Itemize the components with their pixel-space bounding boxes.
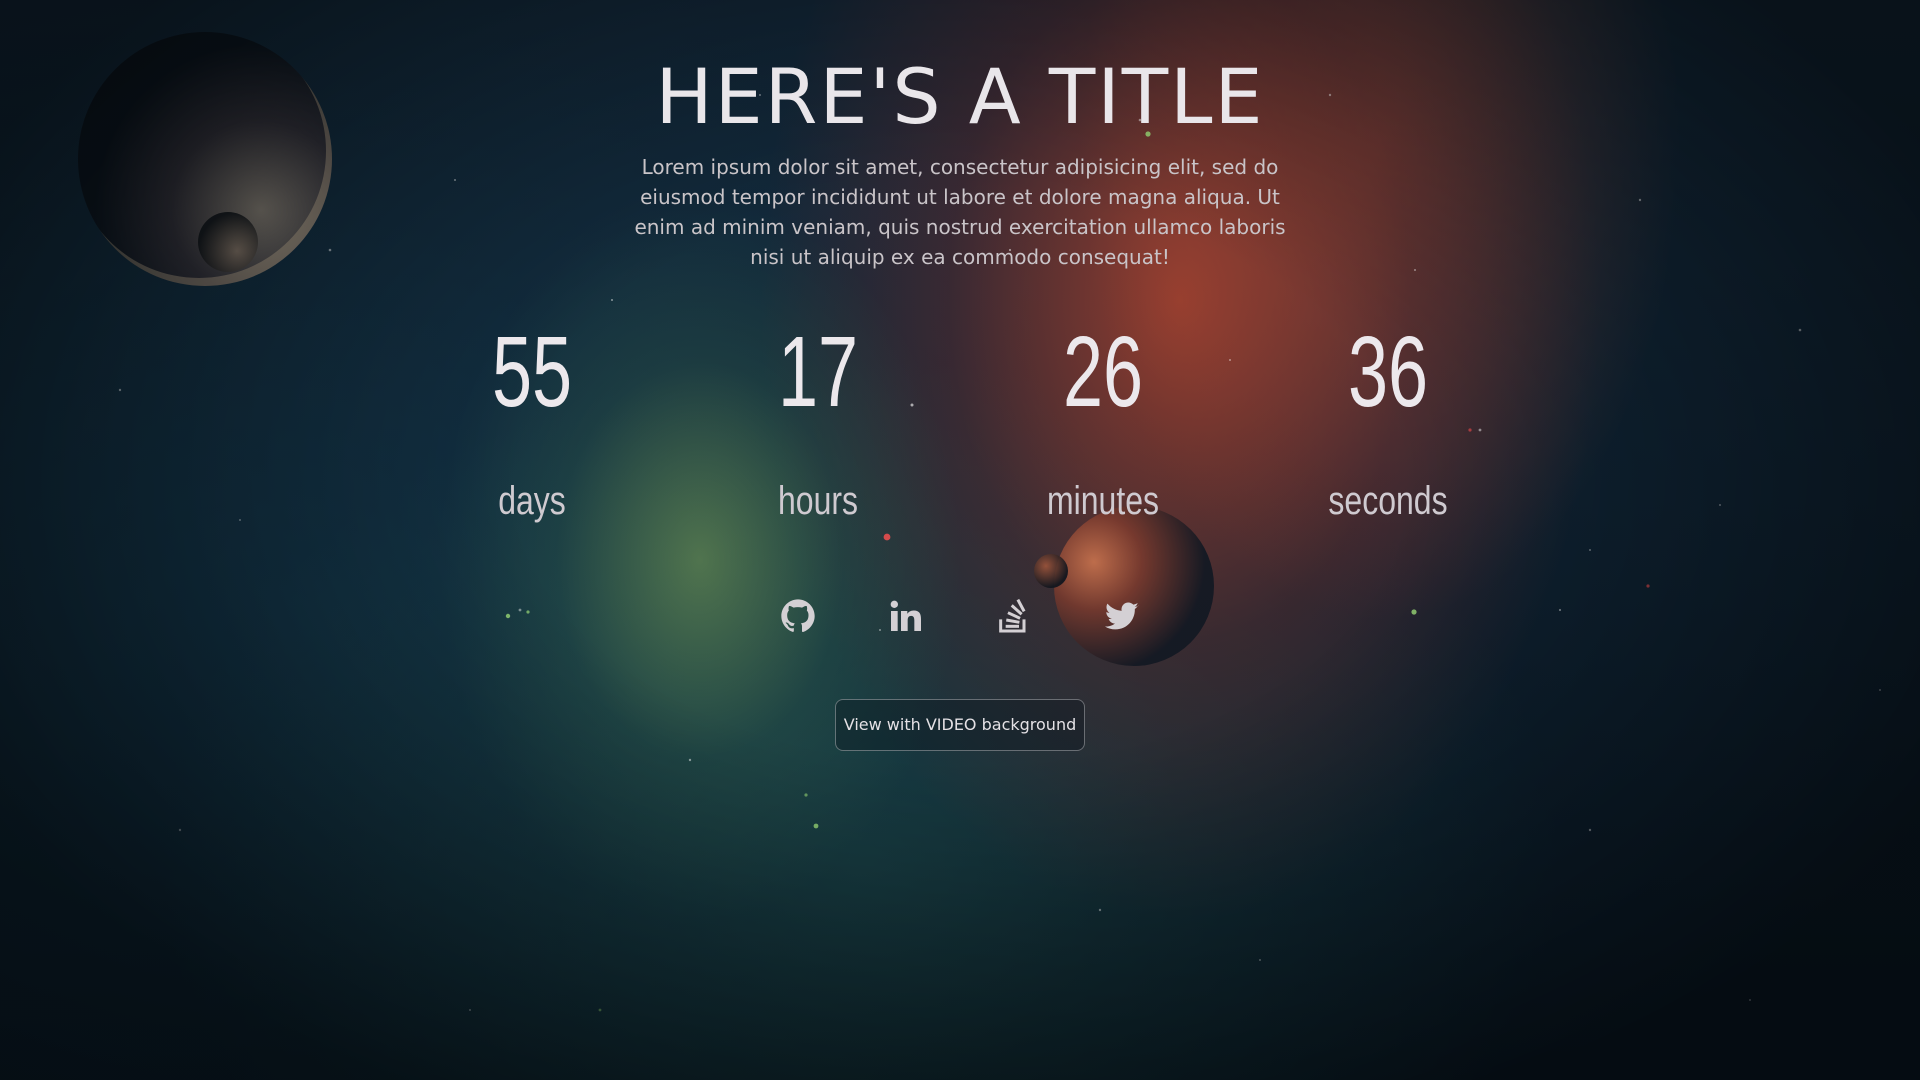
days-value: 55 xyxy=(491,316,573,428)
linkedin-icon xyxy=(890,600,921,631)
social-links xyxy=(0,596,1920,640)
video-background-button[interactable]: View with VIDEO background xyxy=(835,699,1085,751)
minutes-value: 26 xyxy=(1062,316,1144,428)
page-description: Lorem ipsum dolor sit amet, consectetur … xyxy=(634,155,1286,269)
countdown-hours: 17 hours xyxy=(698,310,938,526)
stackoverflow-link[interactable] xyxy=(994,596,1034,636)
hours-label: hours xyxy=(777,479,859,523)
github-link[interactable] xyxy=(778,596,818,636)
countdown-minutes: 26 minutes xyxy=(983,310,1223,526)
countdown-seconds: 36 seconds xyxy=(1268,310,1508,526)
moon-illustration-small xyxy=(1034,554,1068,588)
minutes-label: minutes xyxy=(1046,479,1160,523)
github-icon xyxy=(781,599,815,633)
twitter-link[interactable] xyxy=(1102,596,1142,636)
days-label: days xyxy=(498,479,566,523)
countdown-days: 55 days xyxy=(412,310,652,526)
twitter-icon xyxy=(1104,602,1139,630)
page-title: HERE'S A TITLE xyxy=(655,52,1265,141)
seconds-value: 36 xyxy=(1347,316,1429,428)
moon-illustration xyxy=(198,212,258,272)
stackoverflow-icon xyxy=(999,598,1026,633)
seconds-label: seconds xyxy=(1328,479,1448,523)
linkedin-link[interactable] xyxy=(886,596,926,636)
hours-value: 17 xyxy=(777,316,859,428)
countdown-timer: 55 days 17 hours 26 minutes 36 seconds xyxy=(0,310,1920,540)
page-background: HERE'S A TITLE Lorem ipsum dolor sit ame… xyxy=(0,0,1920,1080)
